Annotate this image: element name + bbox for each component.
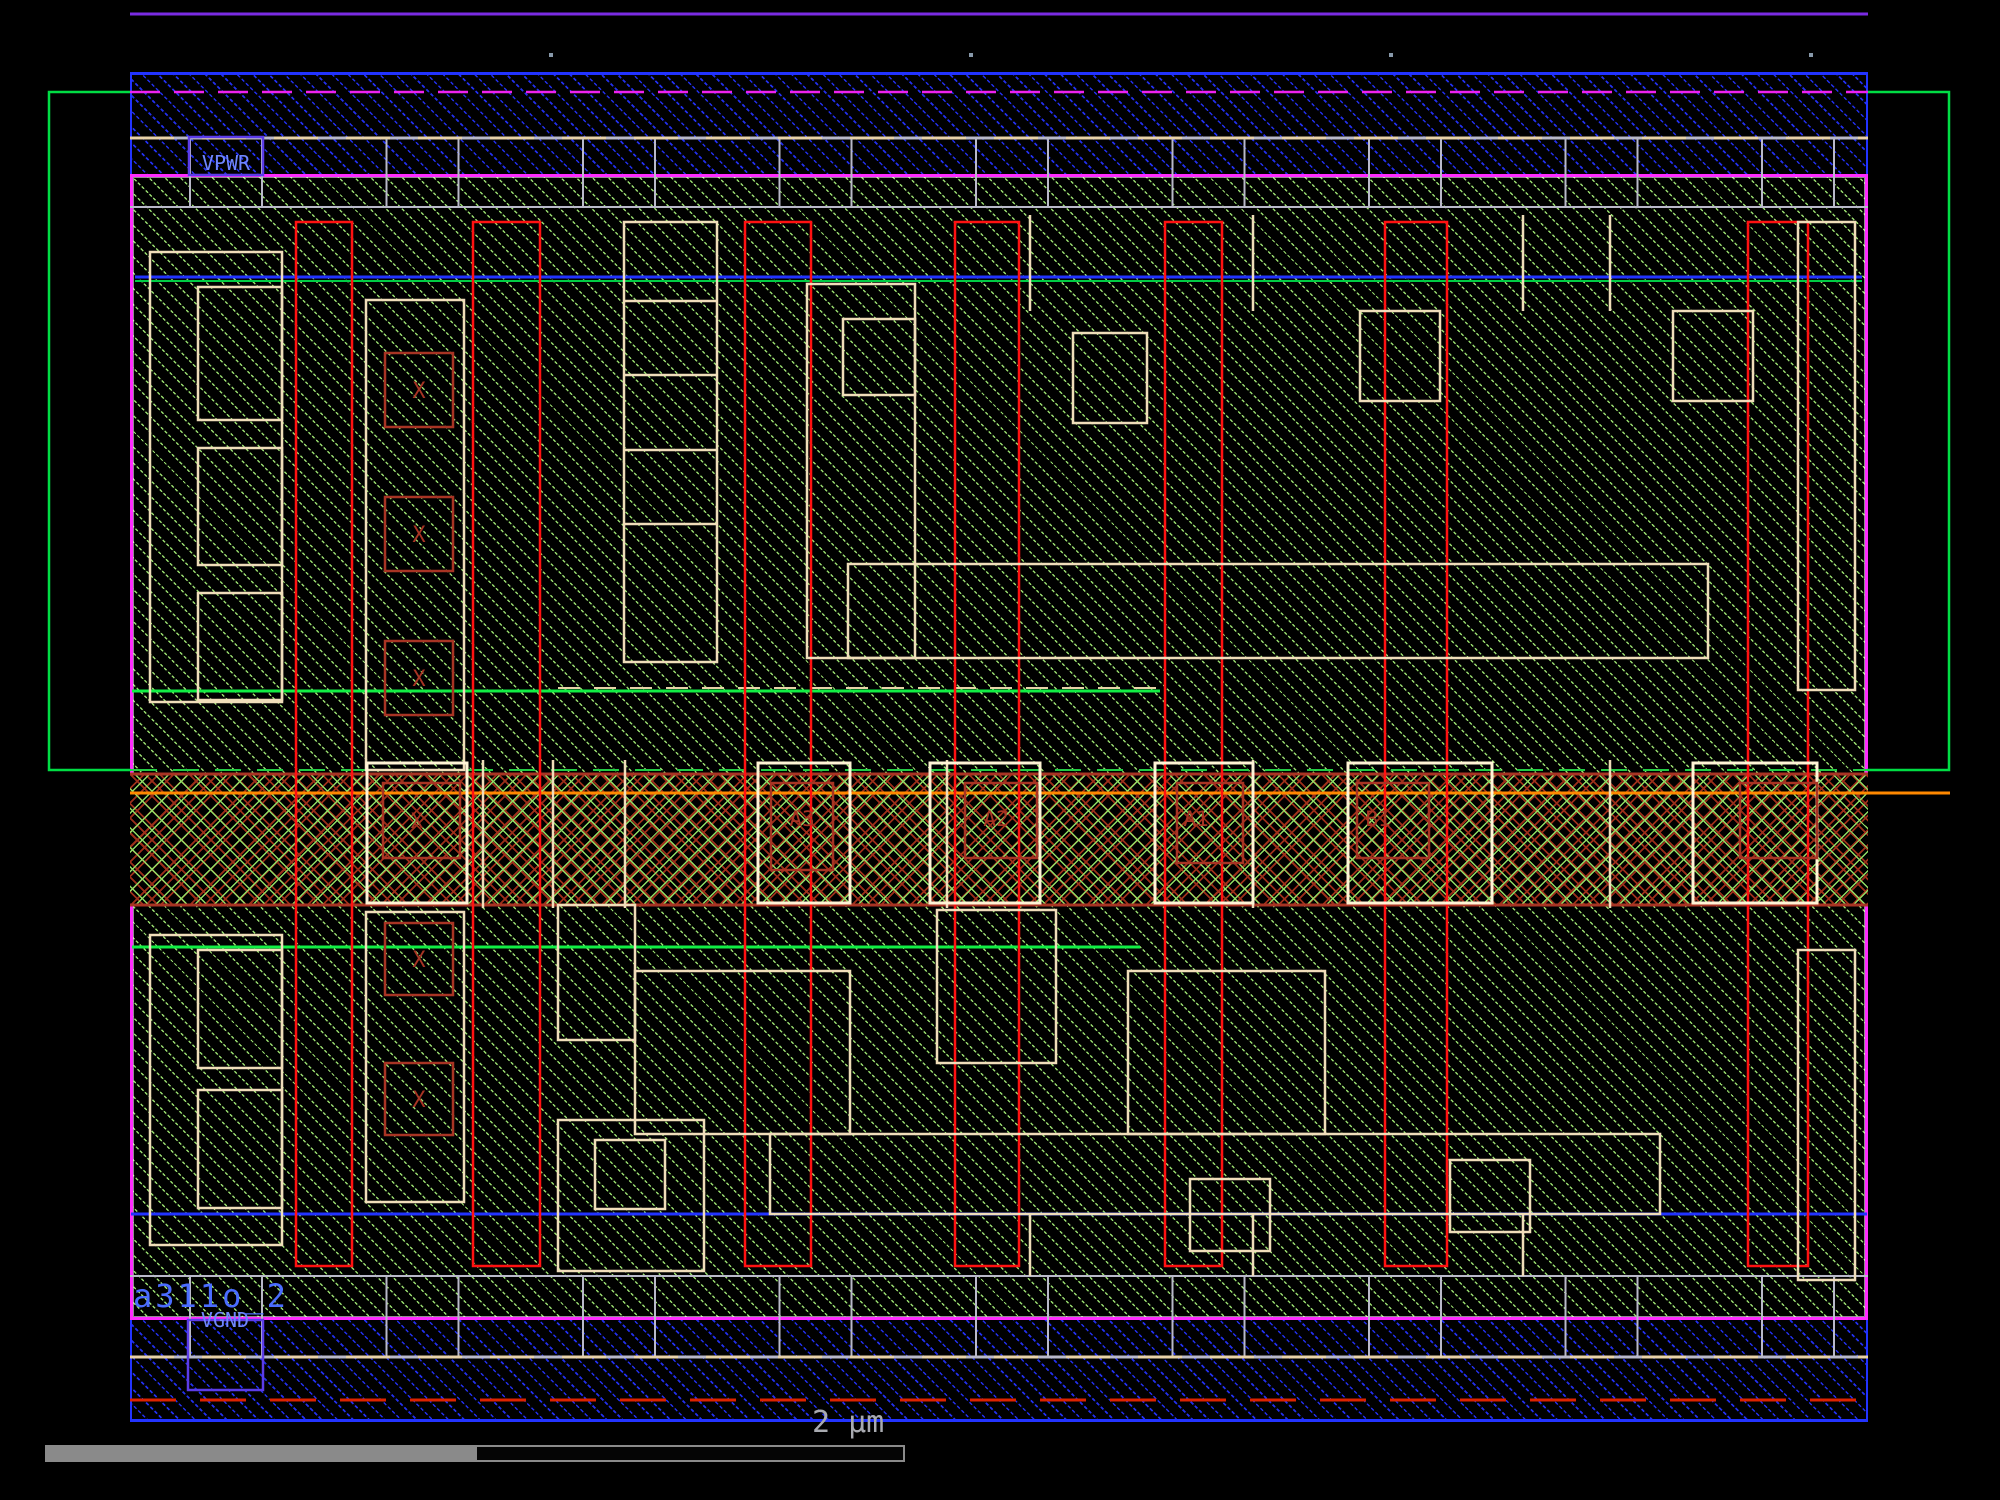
li-band-connectors	[483, 760, 1610, 908]
x-mark: X	[412, 379, 426, 404]
li-contact-box	[843, 319, 915, 395]
cell-instance-label: a311o_2	[133, 1277, 289, 1315]
li-ladder	[624, 222, 717, 662]
poly-gate	[745, 222, 811, 1266]
x-mark: X	[412, 1088, 426, 1113]
scale-bar-outline-segment	[475, 1445, 905, 1462]
nwell-outline	[49, 92, 1949, 770]
li-shapes-lower	[150, 905, 1855, 1280]
li-stair-step	[1128, 971, 1325, 1134]
li-contact-box	[595, 1140, 665, 1209]
li-contact-box	[1450, 1160, 1530, 1232]
layout-canvas[interactable]: X X X X X	[0, 0, 2000, 1500]
x-mark: X	[412, 948, 426, 973]
pin-outer-boxes[interactable]	[367, 763, 1817, 903]
li-contact-box	[1360, 311, 1440, 401]
vpwr-label: VPWR	[202, 151, 251, 175]
poly-gate	[1385, 222, 1447, 1266]
li-shapes-upper	[150, 215, 1855, 770]
poly-gate	[473, 222, 540, 1266]
corner-tick-dots	[549, 53, 1813, 57]
li-tap-box	[198, 950, 282, 1068]
li-tap-box	[198, 593, 282, 700]
rail-contact-ticks-bottom	[190, 1277, 1834, 1356]
poly-gate	[296, 222, 352, 1266]
li-stair-step	[558, 905, 635, 1040]
pin-label-a2: A2	[983, 807, 1008, 831]
poly-gate	[955, 222, 1019, 1266]
li-right-column-upper	[1798, 222, 1855, 690]
pin-label-x: X	[411, 809, 424, 833]
pin-label-b1: B1	[1365, 807, 1390, 831]
pin-ports: X A3 A2 A1 B1	[367, 763, 1817, 903]
li-strap-upper	[848, 564, 1708, 658]
li-tap-box	[198, 1090, 282, 1208]
li-tap-comb-upper	[150, 252, 282, 702]
li-tap-box	[198, 287, 282, 420]
li-contact-box	[1073, 333, 1147, 423]
output-contact-column: X X X X X	[385, 353, 453, 1135]
pin-inner-boxes	[383, 783, 1817, 870]
li-contact-box	[1673, 311, 1753, 401]
li-stair-step	[635, 971, 850, 1134]
poly-gate	[1165, 222, 1222, 1266]
li-right-column-lower	[1798, 950, 1855, 1280]
li-tap-box	[198, 448, 282, 565]
x-mark: X	[412, 523, 426, 548]
scale-bar	[45, 1445, 905, 1462]
pin-label-a1: A1	[1183, 807, 1208, 831]
li-comb	[807, 284, 915, 658]
scale-bar-filled-segment	[45, 1445, 475, 1462]
x-mark: X	[412, 667, 426, 692]
pin-label-a3: A3	[789, 807, 814, 831]
rail-contact-ticks-top	[190, 139, 1834, 206]
layout-geometry-overlay: X X X X X	[0, 0, 2000, 1500]
li-strap-lower	[770, 1134, 1660, 1214]
scale-bar-label: 2 µm	[812, 1405, 884, 1440]
li-comb-lower	[558, 1120, 704, 1271]
poly-gate-columns	[296, 222, 1808, 1266]
